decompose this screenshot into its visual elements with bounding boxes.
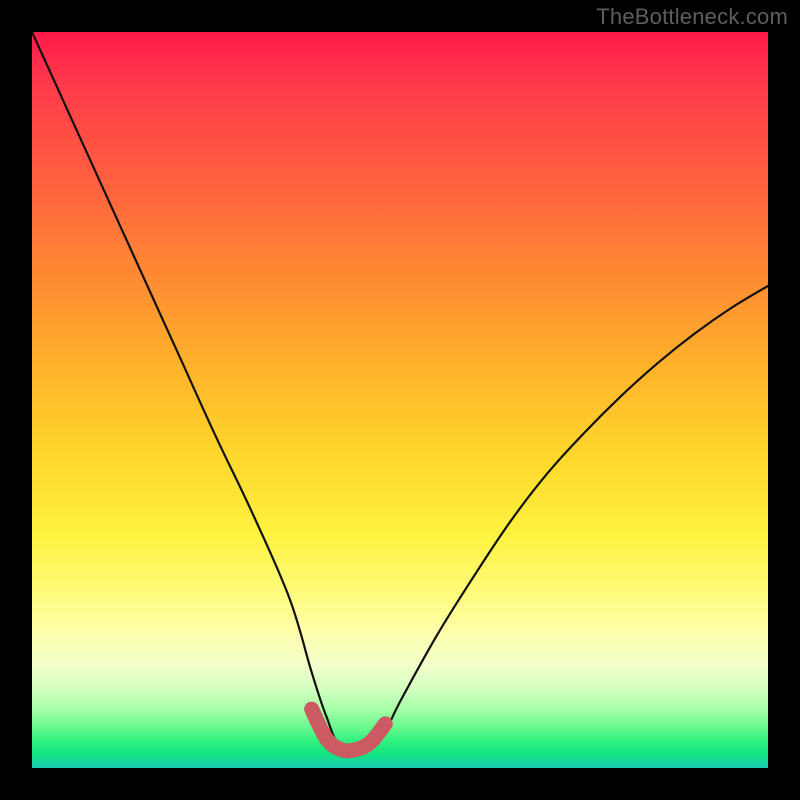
watermark-text: TheBottleneck.com xyxy=(596,4,788,30)
plot-area xyxy=(32,32,768,768)
bottleneck-curve-path xyxy=(32,32,768,749)
curves-svg xyxy=(32,32,768,768)
highlight-band-path xyxy=(312,709,386,751)
bottleneck-chart: TheBottleneck.com xyxy=(0,0,800,800)
